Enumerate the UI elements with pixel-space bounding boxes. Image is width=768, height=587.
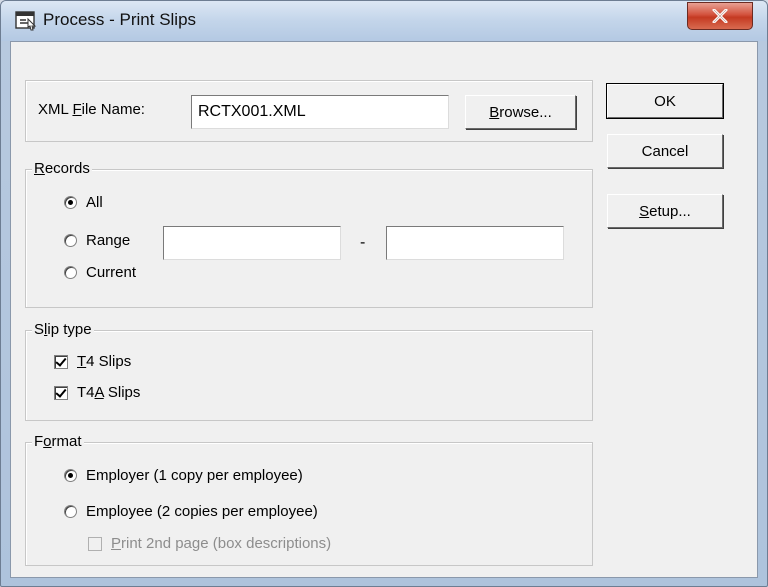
range-from-input[interactable] [163,226,341,260]
records-group: Records All Range - Current [25,160,593,308]
records-all-label: All [86,194,103,211]
records-legend: Records [32,160,92,178]
radio-indicator [64,469,77,482]
slip-type-legend: Slip type [32,321,94,339]
radio-indicator [64,196,77,209]
checkbox-indicator [88,536,102,551]
format-employee-label: Employee (2 copies per employee) [86,503,318,520]
print-2nd-page-label: Print 2nd page (box descriptions) [111,535,332,552]
records-current-radio[interactable]: Current [64,264,136,281]
format-employer-label: Employer (1 copy per employee) [86,467,303,484]
t4a-slips-label: T4A Slips [77,384,141,401]
format-employee-radio[interactable]: Employee (2 copies per employee) [64,503,318,520]
print-slips-window-icon [15,11,37,31]
slip-type-group: Slip type T4 Slips T4A Slips [25,321,593,421]
records-current-label: Current [86,264,137,281]
title-bar[interactable]: Process - Print Slips [1,1,767,41]
radio-indicator [64,505,77,518]
t4-slips-checkbox[interactable]: T4 Slips [54,353,131,370]
records-range-radio[interactable]: Range [64,232,130,249]
xml-file-name-label: XML File Name: [38,101,145,118]
records-range-label: Range [86,232,131,249]
range-separator: - [360,234,366,251]
dialog-client-area: XML File Name: Browse... Records All Ran… [10,41,758,578]
setup-button[interactable]: Setup... [607,194,723,228]
close-button[interactable] [687,2,753,30]
radio-indicator [64,266,77,279]
dialog-window: Process - Print Slips XML File Name: Bro… [0,0,768,587]
checkbox-indicator [54,385,68,400]
t4-slips-label: T4 Slips [77,353,132,370]
print-2nd-page-checkbox[interactable]: Print 2nd page (box descriptions) [88,535,331,552]
xml-file-name-input[interactable] [191,95,449,129]
format-employer-radio[interactable]: Employer (1 copy per employee) [64,467,303,484]
browse-button[interactable]: Browse... [465,95,576,129]
radio-indicator [64,234,77,247]
range-to-input[interactable] [386,226,564,260]
format-group: Format Employer (1 copy per employee) Em… [25,433,593,566]
records-all-radio[interactable]: All [64,194,103,211]
file-group: XML File Name: Browse... [25,80,593,142]
ok-button[interactable]: OK [606,83,724,119]
window-title: Process - Print Slips [43,10,197,29]
checkbox-indicator [54,354,68,369]
format-legend: Format [32,433,84,451]
cancel-button[interactable]: Cancel [607,134,723,168]
t4a-slips-checkbox[interactable]: T4A Slips [54,384,140,401]
close-icon [712,9,728,23]
